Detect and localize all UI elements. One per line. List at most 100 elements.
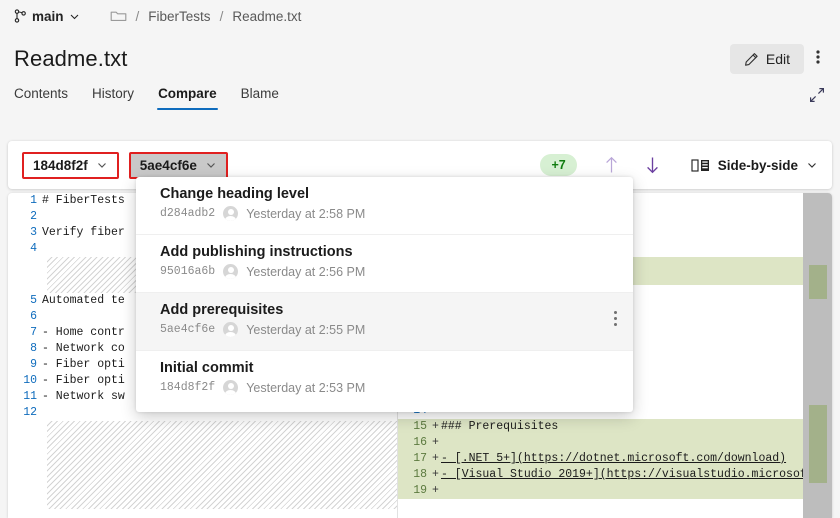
commit-item-body: Initial commit 184d8f2f Yesterday at 2:5…: [160, 360, 617, 395]
line-marker: +: [432, 451, 441, 467]
line-number: 15: [398, 419, 432, 435]
line-marker: +: [432, 483, 441, 499]
line-number: 2: [8, 209, 42, 225]
line-number: 19: [398, 483, 432, 499]
line-number: 9: [8, 357, 42, 373]
commit-message: Initial commit: [160, 360, 617, 376]
edit-button-label: Edit: [766, 51, 790, 67]
line-text: [441, 483, 803, 499]
commit-meta: d284adb2 Yesterday at 2:58 PM: [160, 206, 617, 221]
tab-blame[interactable]: Blame: [229, 86, 291, 110]
commit-hash: 184d8f2f: [160, 381, 215, 394]
line-text: ### Prerequisites: [441, 419, 803, 435]
commit-meta: 5ae4cf6e Yesterday at 2:55 PM: [160, 322, 614, 337]
code-line-added: 16+: [398, 435, 803, 451]
commit-meta: 184d8f2f Yesterday at 2:53 PM: [160, 380, 617, 395]
arrow-up-icon: [603, 155, 620, 175]
commit-item-body: Add prerequisites 5ae4cf6e Yesterday at …: [160, 302, 614, 337]
chevron-down-icon: [96, 159, 108, 171]
code-line-added: 15+### Prerequisites: [398, 419, 803, 435]
page-title: Readme.txt: [14, 46, 128, 72]
breadcrumb-separator-2: /: [220, 9, 224, 24]
line-number: 11: [8, 389, 42, 405]
breadcrumb-item-file[interactable]: Readme.txt: [232, 9, 301, 24]
avatar: [223, 264, 238, 279]
commit-date: Yesterday at 2:53 PM: [246, 381, 365, 395]
avatar: [223, 322, 238, 337]
more-options-button[interactable]: [804, 49, 826, 70]
line-number: 3: [8, 225, 42, 241]
line-number: 5: [8, 293, 42, 309]
commit-menu-item-selected[interactable]: Add prerequisites 5ae4cf6e Yesterday at …: [136, 293, 633, 351]
branch-selector[interactable]: main: [14, 9, 80, 24]
line-text: [441, 435, 803, 451]
breadcrumb-separator-1: /: [136, 9, 140, 24]
line-text: - [.NET 5+](https://dotnet.microsoft.com…: [441, 451, 803, 467]
line-number: 4: [8, 241, 42, 257]
chevron-down-icon: [69, 11, 80, 22]
kebab-dot: [614, 317, 617, 320]
arrow-down-icon: [644, 155, 661, 175]
title-row: Readme.txt Edit: [0, 36, 840, 82]
scroll-change-marker: [809, 265, 827, 299]
commit-item-more-button[interactable]: [614, 302, 617, 326]
previous-change-button[interactable]: [591, 155, 632, 175]
commit-date: Yesterday at 2:58 PM: [246, 207, 365, 221]
commit-from-selector[interactable]: 184d8f2f: [22, 152, 119, 179]
commit-message: Add publishing instructions: [160, 244, 617, 260]
tab-compare[interactable]: Compare: [146, 86, 229, 110]
tab-contents[interactable]: Contents: [14, 86, 80, 110]
kebab-dot: [614, 323, 617, 326]
commit-message: Add prerequisites: [160, 302, 614, 318]
line-number: 10: [8, 373, 42, 389]
line-marker: +: [432, 467, 441, 483]
commit-date: Yesterday at 2:55 PM: [246, 323, 365, 337]
branch-icon: [14, 9, 27, 23]
next-change-button[interactable]: [632, 155, 673, 175]
commit-menu-item[interactable]: Initial commit 184d8f2f Yesterday at 2:5…: [136, 351, 633, 409]
line-number: 12: [8, 405, 42, 421]
view-mode-selector[interactable]: Side-by-side: [691, 158, 818, 173]
expand-diagonal-icon[interactable]: [808, 86, 826, 115]
side-by-side-icon: [691, 158, 710, 173]
line-number: 16: [398, 435, 432, 451]
diff-count-badge: +7: [540, 154, 576, 176]
branch-name: main: [32, 9, 64, 24]
code-line-added: 18+- [Visual Studio 2019+](https://visua…: [398, 467, 803, 483]
collapsed-region-placeholder: [47, 421, 397, 509]
commit-to-selector[interactable]: 5ae4cf6e: [129, 152, 228, 179]
avatar: [223, 380, 238, 395]
commit-to-hash: 5ae4cf6e: [140, 158, 197, 173]
breadcrumb-root[interactable]: [110, 9, 127, 23]
chevron-down-icon: [806, 159, 818, 171]
commit-date: Yesterday at 2:56 PM: [246, 265, 365, 279]
line-number: 8: [8, 341, 42, 357]
line-number: 17: [398, 451, 432, 467]
commit-item-body: Add publishing instructions 95016a6b Yes…: [160, 244, 617, 279]
kebab-dot: [614, 311, 617, 314]
code-line-added: 19+: [398, 483, 803, 499]
chevron-down-icon: [205, 159, 217, 171]
line-marker: +: [432, 435, 441, 451]
commit-meta: 95016a6b Yesterday at 2:56 PM: [160, 264, 617, 279]
tab-history[interactable]: History: [80, 86, 146, 110]
commit-menu-item[interactable]: Change heading level d284adb2 Yesterday …: [136, 177, 633, 235]
breadcrumb: main / FiberTests / Readme.txt: [0, 0, 840, 32]
commit-hash: 95016a6b: [160, 265, 215, 278]
commit-menu-item[interactable]: Add publishing instructions 95016a6b Yes…: [136, 235, 633, 293]
commit-hash: d284adb2: [160, 207, 215, 220]
line-number: 6: [8, 309, 42, 325]
edit-button[interactable]: Edit: [730, 44, 804, 74]
line-number: 7: [8, 325, 42, 341]
commit-dropdown-menu: Change heading level d284adb2 Yesterday …: [136, 177, 633, 412]
code-line-added: 17+- [.NET 5+](https://dotnet.microsoft.…: [398, 451, 803, 467]
commit-message: Change heading level: [160, 186, 617, 202]
line-text: - [Visual Studio 2019+](https://visualst…: [441, 467, 803, 483]
tab-bar: Contents History Compare Blame: [0, 86, 840, 120]
commit-from-hash: 184d8f2f: [33, 158, 88, 173]
diff-scrollbar[interactable]: [803, 193, 832, 518]
line-number: 18: [398, 467, 432, 483]
breadcrumb-item-repo[interactable]: FiberTests: [148, 9, 210, 24]
folder-icon: [110, 9, 127, 23]
pencil-icon: [744, 52, 759, 67]
